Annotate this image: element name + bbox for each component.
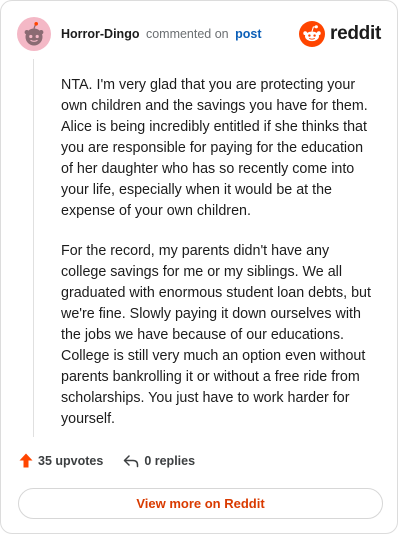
upvote-count[interactable]: 35 upvotes — [19, 453, 103, 468]
comment-header: Horror-Dingo commented on post reddit — [17, 17, 381, 51]
snoo-avatar-icon — [24, 22, 44, 46]
reddit-brand[interactable]: reddit — [299, 21, 381, 47]
username-link[interactable]: Horror-Dingo — [61, 27, 139, 41]
thread-line — [33, 59, 34, 437]
comment-paragraph: For the record, my parents didn't have a… — [61, 243, 371, 427]
comment-body: NTA. I'm very glad that you are protecti… — [61, 75, 375, 449]
upvote-arrow-icon — [19, 453, 33, 468]
upvote-label: 35 upvotes — [38, 453, 104, 468]
user-avatar[interactable] — [17, 17, 51, 51]
reddit-wordmark: reddit — [330, 23, 381, 44]
view-more-button[interactable]: View more on Reddit — [18, 488, 383, 519]
comment-paragraph: NTA. I'm very glad that you are protecti… — [61, 77, 368, 219]
comment-action-text: commented on — [145, 27, 229, 41]
comment-stats: 35 upvotes 0 replies — [19, 453, 195, 468]
comment-card: Horror-Dingo commented on post reddit NT… — [0, 0, 398, 534]
comment-meta: Horror-Dingo commented on post — [61, 26, 299, 42]
reply-label: 0 replies — [144, 453, 196, 468]
reply-count[interactable]: 0 replies — [123, 454, 195, 468]
reddit-logo-icon — [299, 21, 326, 47]
reply-arrow-icon — [124, 454, 139, 467]
post-link[interactable]: post — [235, 27, 261, 41]
